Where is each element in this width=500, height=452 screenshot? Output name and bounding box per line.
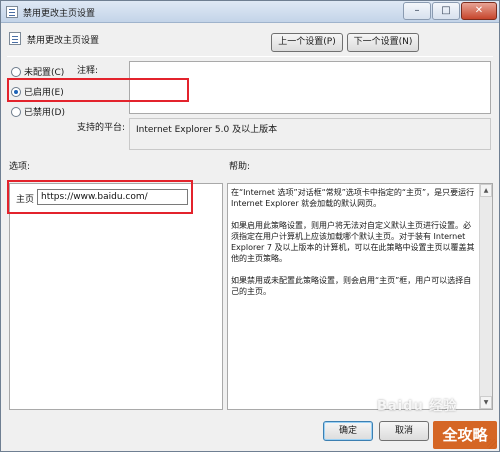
scroll-down-arrow-icon[interactable]: ▼ (480, 396, 492, 409)
policy-setting-icon (9, 32, 21, 45)
window-title: 禁用更改主页设置 (23, 9, 96, 19)
watermark-text: Baidu 经验 (377, 399, 458, 414)
help-scrollbar[interactable]: ▲ ▼ (479, 184, 492, 409)
setting-title: 禁用更改主页设置 (27, 36, 100, 46)
help-panel: 在“Internet 选项”对话框“常规”选项卡中指定的“主页”，是只要运行 I… (227, 183, 493, 410)
maximize-button[interactable]: □ (432, 2, 460, 20)
close-button[interactable]: ✕ (461, 2, 497, 20)
dialog-window: 禁用更改主页设置 – □ ✕ 禁用更改主页设置 上一个设置(P) 下一个设置(N… (0, 0, 500, 452)
radio-not-configured-label: 未配置(C) (24, 68, 65, 78)
radio-enabled-indicator[interactable] (11, 86, 21, 97)
options-panel: 主页 (9, 183, 223, 410)
scroll-up-arrow-icon[interactable]: ▲ (480, 184, 492, 197)
help-paragraph: 如果启用此策略设置，则用户将无法对自定义默认主页进行设置。必须指定在用户计算机上… (231, 221, 475, 263)
header-divider (7, 56, 493, 57)
next-setting-button[interactable]: 下一个设置(N) (347, 33, 419, 52)
help-label: 帮助: (229, 162, 251, 172)
help-text: 在“Internet 选项”对话框“常规”选项卡中指定的“主页”，是只要运行 I… (231, 187, 477, 308)
homepage-input[interactable] (37, 189, 188, 205)
radio-not-configured-indicator[interactable] (11, 66, 21, 77)
radio-disabled-indicator[interactable] (11, 106, 21, 117)
homepage-label: 主页 (16, 195, 35, 205)
radio-enabled[interactable]: 已启用(E) (11, 85, 64, 98)
previous-setting-button[interactable]: 上一个设置(P) (271, 33, 343, 52)
radio-disabled[interactable]: 已禁用(D) (11, 105, 65, 118)
help-paragraph: 在“Internet 选项”对话框“常规”选项卡中指定的“主页”，是只要运行 I… (231, 188, 475, 208)
supported-platform-value: Internet Explorer 5.0 及以上版本 (129, 118, 491, 150)
radio-not-configured[interactable]: 未配置(C) (11, 65, 64, 78)
radio-enabled-label: 已启用(E) (24, 88, 64, 98)
minimize-button[interactable]: – (403, 2, 431, 20)
comment-textarea[interactable] (129, 61, 491, 114)
cancel-button[interactable]: 取消 (379, 421, 429, 441)
title-bar[interactable]: 禁用更改主页设置 – □ ✕ (1, 1, 499, 23)
comment-label: 注释: (77, 66, 99, 76)
policy-icon (6, 6, 18, 18)
help-paragraph: 如果禁用或未配置此策略设置，则会启用“主页”框，用户可以选择自己的主页。 (231, 276, 472, 296)
radio-disabled-label: 已禁用(D) (24, 108, 65, 118)
ok-button[interactable]: 确定 (323, 421, 373, 441)
supported-platform-label: 支持的平台: (77, 123, 126, 133)
options-label: 选项: (9, 162, 31, 172)
site-logo: 全攻略 (433, 421, 497, 449)
